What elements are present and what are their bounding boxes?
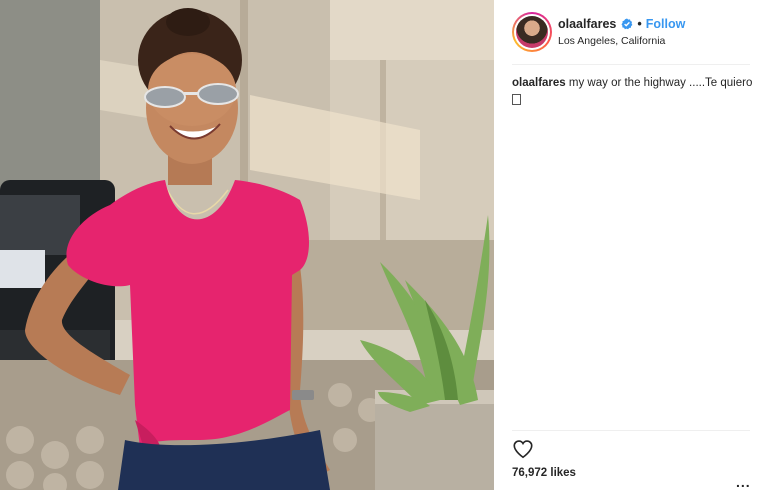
photo-image [0, 0, 494, 490]
actions-divider [512, 430, 750, 431]
separator-dot: • [637, 17, 642, 31]
location-link[interactable]: Los Angeles, California [558, 35, 665, 47]
likes-count[interactable]: 76,972 likes [512, 467, 576, 479]
heart-outline-icon[interactable] [512, 438, 534, 460]
follow-button[interactable]: Follow [646, 17, 686, 31]
verified-badge-icon [621, 18, 633, 30]
avatar[interactable] [512, 12, 552, 52]
caption-text: my way or the highway .....Te quiero [565, 77, 753, 89]
post-header: olaalfares • Follow Los Angeles, Califor… [494, 0, 768, 64]
post-sidebar: olaalfares • Follow Los Angeles, Califor… [494, 0, 768, 490]
more-options-icon[interactable]: ... [736, 474, 751, 490]
user-line: olaalfares • Follow [558, 17, 685, 31]
post-photo[interactable] [0, 0, 494, 490]
header-divider [512, 64, 750, 65]
caption: olaalfares my way or the highway .....Te… [512, 74, 754, 105]
username-link[interactable]: olaalfares [558, 17, 616, 31]
unsupported-emoji-icon [512, 94, 521, 105]
caption-username[interactable]: olaalfares [512, 77, 566, 89]
